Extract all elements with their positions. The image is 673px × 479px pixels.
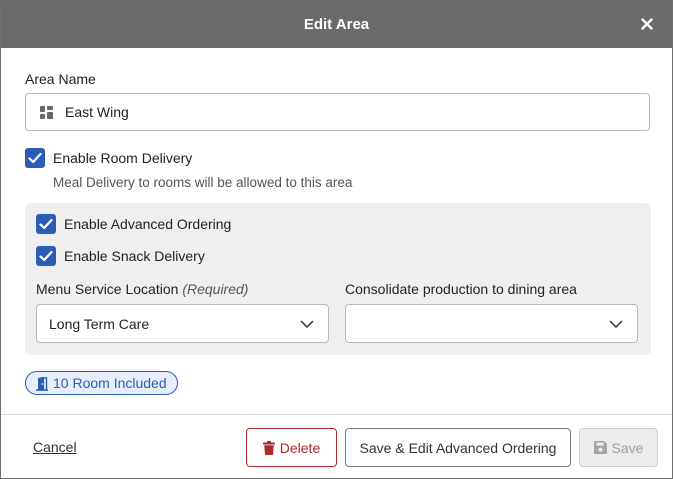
menu-service-location-select[interactable]: Long Term Care bbox=[36, 304, 329, 343]
enable-advanced-ordering-checkbox[interactable] bbox=[36, 214, 56, 234]
enable-room-delivery-row: Enable Room Delivery bbox=[25, 148, 192, 168]
save-and-edit-advanced-ordering-button[interactable]: Save & Edit Advanced Ordering bbox=[345, 428, 571, 467]
menu-service-location-label: Menu Service Location (Required) bbox=[36, 281, 248, 297]
save-button-label: Save bbox=[611, 439, 644, 456]
rooms-included-badge[interactable]: 10 Room Included bbox=[25, 371, 178, 395]
check-icon bbox=[39, 250, 53, 262]
enable-room-delivery-label: Enable Room Delivery bbox=[53, 150, 193, 166]
floppy-disk-icon bbox=[593, 441, 607, 454]
edit-area-dialog: Edit Area Area Name East Wing Enable Roo… bbox=[0, 0, 673, 479]
rooms-included-text: 10 Room Included bbox=[53, 375, 167, 391]
menu-service-location-value: Long Term Care bbox=[49, 315, 150, 332]
dialog-title: Edit Area bbox=[303, 16, 370, 33]
cancel-link[interactable]: Cancel bbox=[33, 439, 77, 455]
enable-snack-delivery-checkbox[interactable] bbox=[36, 246, 56, 266]
delete-button-label: Delete bbox=[279, 439, 321, 456]
chevron-down-icon bbox=[609, 320, 623, 328]
check-icon bbox=[39, 218, 53, 230]
enable-snack-delivery-row: Enable Snack Delivery bbox=[36, 246, 205, 266]
save-and-edit-button-label: Save & Edit Advanced Ordering bbox=[359, 439, 557, 456]
enable-room-delivery-checkbox[interactable] bbox=[25, 148, 45, 168]
area-name-label: Area Name bbox=[25, 71, 96, 87]
enable-advanced-ordering-row: Enable Advanced Ordering bbox=[36, 214, 231, 234]
area-name-value: East Wing bbox=[65, 104, 129, 120]
chevron-down-icon bbox=[300, 320, 314, 328]
enable-snack-delivery-label: Enable Snack Delivery bbox=[64, 248, 205, 264]
save-button[interactable]: Save bbox=[579, 428, 658, 467]
menu-service-location-label-text: Menu Service Location bbox=[36, 281, 179, 297]
consolidate-production-select[interactable] bbox=[345, 304, 638, 343]
delete-button[interactable]: Delete bbox=[246, 428, 337, 467]
dialog-body: Area Name East Wing Enable Room Delivery… bbox=[1, 48, 672, 414]
dialog-titlebar: Edit Area bbox=[1, 1, 672, 48]
consolidate-production-label: Consolidate production to dining area bbox=[345, 281, 577, 297]
trash-icon bbox=[262, 440, 275, 455]
close-icon bbox=[641, 18, 653, 30]
dialog-footer: Cancel Delete Save & Edit Advanced Order… bbox=[1, 415, 672, 478]
area-name-field[interactable]: East Wing bbox=[25, 93, 650, 131]
enable-advanced-ordering-label: Enable Advanced Ordering bbox=[64, 216, 232, 232]
required-indicator: (Required) bbox=[182, 281, 249, 297]
room-delivery-helper-text: Meal Delivery to rooms will be allowed t… bbox=[53, 175, 353, 190]
area-grid-icon bbox=[40, 105, 53, 119]
close-button[interactable] bbox=[636, 13, 658, 35]
door-icon bbox=[36, 376, 48, 391]
check-icon bbox=[28, 152, 42, 164]
delivery-options-panel: Enable Advanced Ordering Enable Snack De… bbox=[25, 203, 651, 355]
